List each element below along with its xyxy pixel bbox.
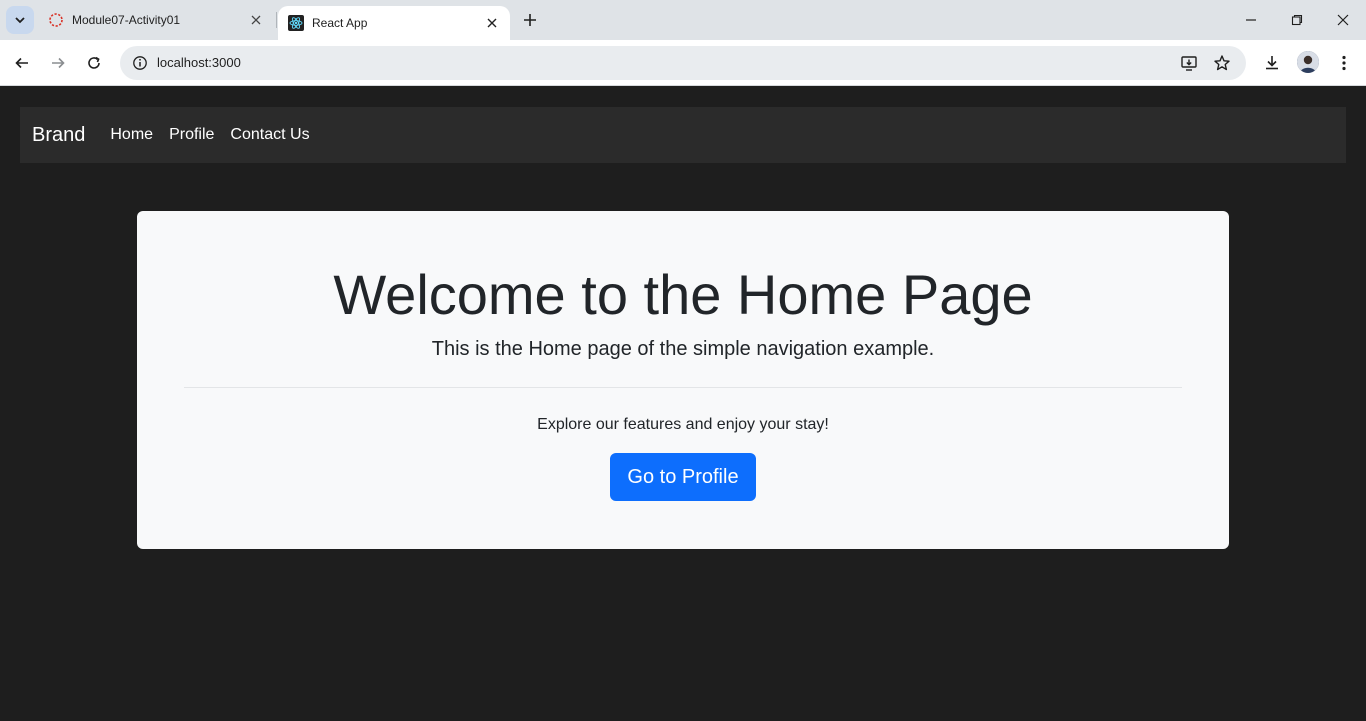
hero-subtext: Explore our features and enjoy your stay… bbox=[537, 416, 829, 433]
restore-button[interactable] bbox=[1274, 0, 1320, 40]
page-viewport: Brand Home Profile Contact Us Welcome to… bbox=[0, 87, 1366, 721]
react-logo-icon bbox=[288, 15, 304, 31]
hero-lead: This is the Home page of the simple navi… bbox=[431, 338, 935, 360]
navbar-brand[interactable]: Brand bbox=[32, 124, 85, 147]
nav-link-home[interactable]: Home bbox=[110, 126, 153, 144]
downloads-icon[interactable] bbox=[1260, 51, 1284, 75]
browser-toolbar: localhost:3000 bbox=[0, 40, 1366, 86]
hero-card: Welcome to the Home Page This is the Hom… bbox=[137, 211, 1229, 549]
go-to-profile-button[interactable]: Go to Profile bbox=[610, 453, 756, 501]
minimize-button[interactable] bbox=[1228, 0, 1274, 40]
arrow-right-icon bbox=[52, 57, 65, 69]
tab-search-button[interactable] bbox=[6, 6, 34, 34]
restore-icon bbox=[1291, 14, 1303, 26]
menu-kebab-icon[interactable] bbox=[1332, 51, 1356, 75]
close-tab-icon[interactable] bbox=[246, 10, 266, 30]
close-window-button[interactable] bbox=[1320, 0, 1366, 40]
forward-button[interactable] bbox=[44, 49, 72, 77]
bookmark-star-icon[interactable] bbox=[1211, 52, 1233, 74]
tab-divider bbox=[276, 12, 277, 28]
tab-module07[interactable]: Module07-Activity01 bbox=[38, 0, 274, 40]
tab-react-app[interactable]: React App bbox=[278, 6, 510, 40]
profile-avatar[interactable] bbox=[1297, 51, 1319, 73]
chevron-down-icon bbox=[15, 17, 25, 24]
user-avatar-icon bbox=[1297, 51, 1319, 73]
arrow-left-icon bbox=[15, 57, 28, 69]
close-tab-icon[interactable] bbox=[482, 13, 502, 33]
reload-icon bbox=[88, 56, 100, 69]
reload-button[interactable] bbox=[80, 49, 108, 77]
app-navbar: Brand Home Profile Contact Us bbox=[20, 107, 1346, 163]
site-info-icon[interactable] bbox=[128, 51, 152, 75]
address-bar[interactable]: localhost:3000 bbox=[120, 46, 1246, 80]
url-text[interactable]: localhost:3000 bbox=[157, 55, 241, 70]
close-icon bbox=[1337, 14, 1349, 26]
tab-title: Module07-Activity01 bbox=[72, 13, 181, 27]
minimize-icon bbox=[1246, 19, 1256, 21]
nav-link-profile[interactable]: Profile bbox=[169, 126, 214, 144]
plus-icon bbox=[524, 14, 536, 26]
new-tab-button[interactable] bbox=[518, 8, 542, 32]
tab-title: React App bbox=[312, 16, 368, 30]
browser-tabstrip: Module07-Activity01 React App bbox=[0, 0, 1366, 40]
install-app-icon[interactable] bbox=[1178, 52, 1200, 74]
nav-link-contact[interactable]: Contact Us bbox=[230, 126, 309, 144]
divider bbox=[184, 387, 1182, 388]
page-title: Welcome to the Home Page bbox=[333, 263, 1033, 326]
back-button[interactable] bbox=[8, 49, 36, 77]
loading-spinner-icon bbox=[48, 12, 64, 28]
